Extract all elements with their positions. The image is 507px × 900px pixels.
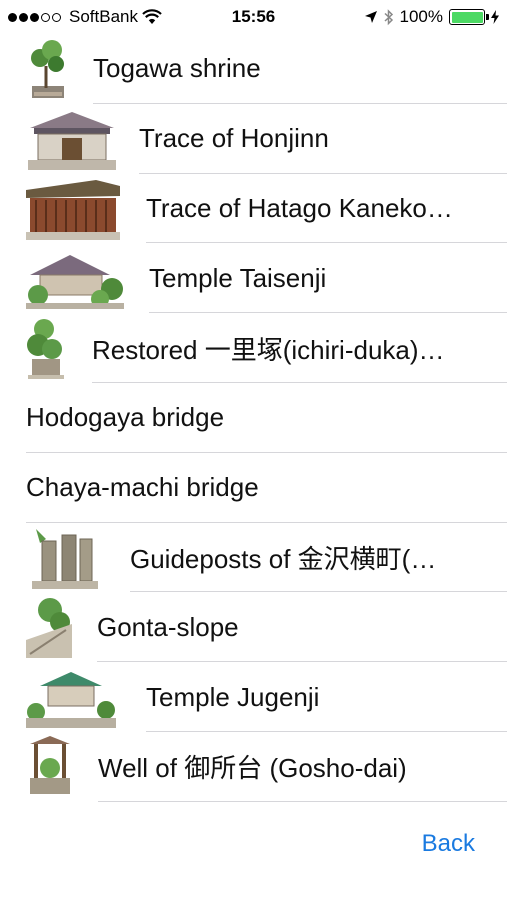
milestone-illustration-icon (27, 319, 64, 380)
list-item[interactable]: Trace of Hatago Kaneko… (0, 174, 507, 244)
status-bar: SoftBank 15:56 100% (0, 0, 507, 34)
list-item[interactable]: Temple Jugenji (0, 662, 507, 732)
list-item-label: Togawa shrine (93, 53, 261, 84)
status-left: SoftBank (8, 7, 162, 27)
inn-illustration-icon (26, 179, 120, 240)
list-item-label: Gonta-slope (97, 611, 239, 642)
row-separator (98, 800, 507, 802)
guidepost-illustration-icon (32, 528, 98, 589)
list-item-label: Trace of Hatago Kaneko… (146, 192, 453, 223)
list-item[interactable]: Togawa shrine (0, 34, 507, 104)
battery-percent: 100% (399, 7, 443, 26)
carrier-name: SoftBank (69, 7, 138, 26)
list-item[interactable]: Hodogaya bridge (0, 383, 507, 453)
list-item-label: Temple Jugenji (146, 681, 320, 712)
list-item-label: Restored 一里塚(ichiri-duka)… (92, 334, 445, 365)
slope-illustration-icon (26, 598, 72, 659)
list-item[interactable]: Well of 御所台 (Gosho-dai) (0, 732, 507, 802)
well-illustration-icon (30, 735, 70, 794)
list-item[interactable]: Restored 一里塚(ichiri-duka)… (0, 313, 507, 383)
list-item[interactable]: Chaya-machi bridge (0, 453, 507, 523)
bluetooth-icon (384, 8, 393, 25)
shrine-illustration-icon (31, 40, 64, 98)
list-item-label: Chaya-machi bridge (26, 472, 259, 503)
status-right: 100% (364, 7, 499, 27)
gate-illustration-icon (28, 111, 116, 170)
list-item[interactable]: Trace of Honjinn (0, 104, 507, 174)
signal-strength-icon (8, 12, 61, 22)
charging-bolt-icon (491, 10, 499, 24)
battery-icon (449, 9, 489, 25)
wifi-icon (142, 9, 162, 24)
list-item-label: Trace of Honjinn (139, 123, 329, 154)
list-item-label: Well of 御所台 (Gosho-dai) (98, 753, 407, 784)
location-arrow-icon (364, 11, 377, 23)
list-item-label: Temple Taisenji (149, 262, 327, 293)
temple-illustration-icon (26, 255, 124, 310)
landmark-list: Togawa shrine Trace of Honjinn Trace of … (0, 34, 507, 809)
list-item-label: Guideposts of 金沢横町(… (130, 543, 437, 574)
list-item[interactable]: Temple Taisenji (0, 243, 507, 314)
list-item[interactable]: Guideposts of 金沢横町(… (0, 523, 507, 593)
back-button[interactable]: Back (422, 830, 475, 858)
list-item-label: Hodogaya bridge (26, 402, 225, 433)
pagoda-illustration-icon (26, 672, 116, 729)
list-item[interactable]: Gonta-slope (0, 592, 507, 663)
